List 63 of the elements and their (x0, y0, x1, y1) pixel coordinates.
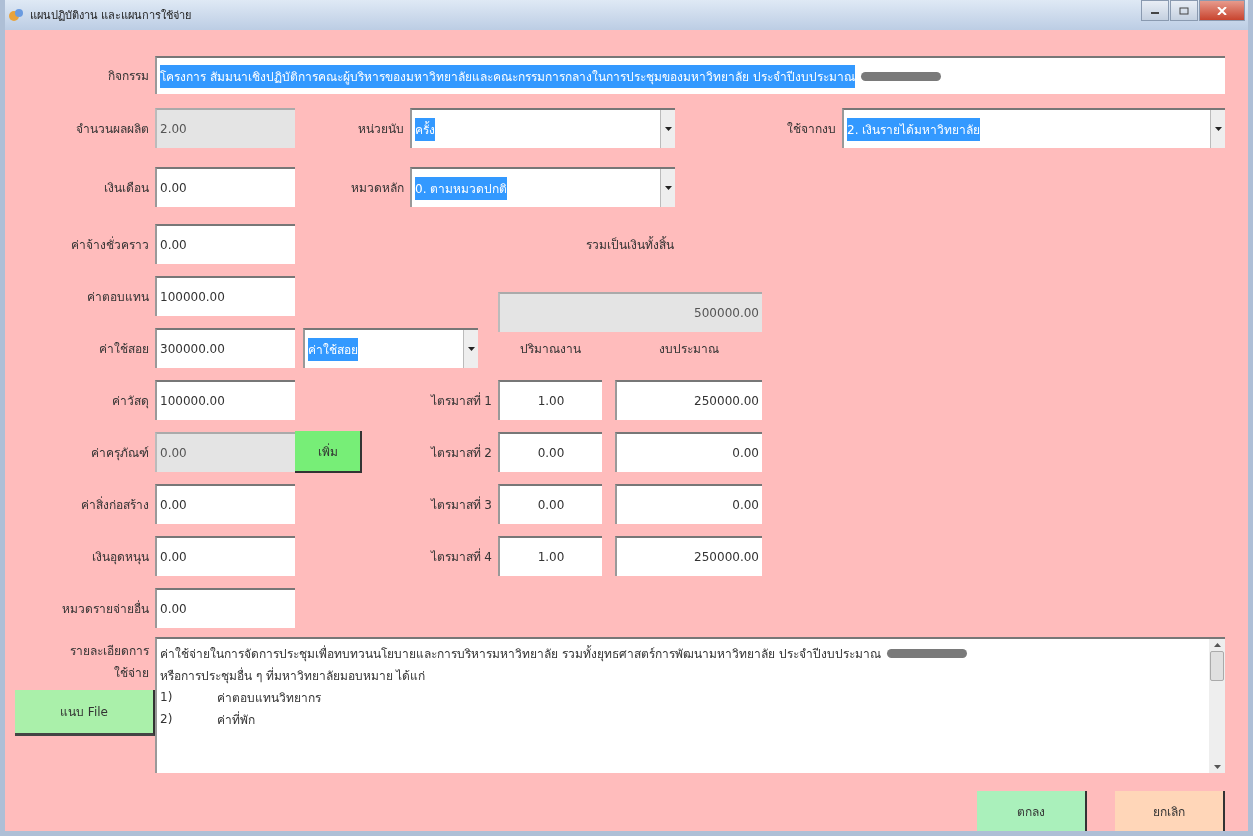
column-header: ปริมาณงาน (518, 340, 582, 358)
field-label: ค่าวัสดุ (111, 392, 150, 410)
quantity-field[interactable]: 1.00 (498, 536, 602, 576)
field-label: หน่วยนับ (357, 120, 405, 138)
close-icon (1217, 6, 1227, 15)
scroll-down-icon (1213, 765, 1221, 769)
field-label: จำนวนผลผลิต (75, 120, 150, 138)
budget-field[interactable]: 250000.00 (615, 380, 762, 420)
quarter-label: ไตรมาสที่ 4 (429, 547, 493, 566)
quantity-field[interactable]: 0.00 (498, 432, 602, 472)
text-field[interactable]: 0.00 (155, 224, 295, 264)
app-icon (8, 8, 24, 22)
ok-button[interactable]: ตกลง (977, 791, 1087, 831)
list-number: 1) (160, 690, 174, 704)
field-label: ค่าใช้สอย (98, 340, 150, 358)
text-field[interactable]: 300000.00 (155, 328, 295, 368)
quarter-label: ไตรมาสที่ 2 (429, 443, 493, 462)
text-field[interactable]: 0.00 (155, 536, 295, 576)
attach-file-button[interactable]: แนบ File (15, 690, 155, 736)
window-title: แผนปฏิบัติงาน และแผนการใช้จ่าย (30, 8, 192, 24)
field-label: ค่าครุภัณฑ์ (90, 444, 150, 462)
scroll-thumb[interactable] (1210, 651, 1224, 681)
maximize-icon (1179, 6, 1189, 15)
quantity-field[interactable]: 1.00 (498, 380, 602, 420)
caret-icon (664, 127, 672, 131)
scroll-up-icon (1213, 643, 1221, 647)
caret-icon (467, 347, 475, 351)
close-button[interactable] (1199, 0, 1245, 21)
budget-field[interactable]: 0.00 (615, 484, 762, 524)
list-number: 2) (160, 712, 174, 726)
field-label: กิจกรรม (107, 67, 150, 85)
field-label: รายละเอียดการใช้จ่าย (69, 643, 150, 682)
description-text: ค่าใช้จ่ายในการจัดการประชุมเพื่อทบทวนนโยบายและการบริหารมหาวิทยาลัย รวมทั้งยุทธศาสตร์การพัฒนามหาวิทยาลัย ประจำปีงบประมาณ (160, 644, 881, 663)
field-label: ค่าตอบแทน (86, 288, 150, 306)
field-label: ใช้จากงบ (786, 120, 837, 138)
add-button[interactable]: เพิ่ม (295, 431, 362, 473)
description-text: ค่าตอบแทนวิทยากร (217, 689, 321, 707)
total-label: รวมเป็นเงินทั้งสิ้น (585, 235, 675, 254)
text-field[interactable]: 0.00 (155, 484, 295, 524)
description-text: หรือการประชุมอื่น ๆ ที่มหาวิทยาลัยมอบหมาย ได้แก่ (160, 666, 426, 685)
text-field[interactable]: 100000.00 (155, 276, 295, 316)
field-label: หมวดรายจ่ายอื่น (61, 599, 150, 618)
field-label: หมวดหลัก (350, 179, 405, 197)
cancel-button[interactable]: ยกเลิก (1115, 791, 1225, 831)
description-text: ค่าที่พัก (217, 710, 255, 729)
quarter-label: ไตรมาสที่ 1 (429, 391, 493, 410)
budget-field[interactable]: 0.00 (615, 432, 762, 472)
text-field[interactable]: 100000.00 (155, 380, 295, 420)
budget-field[interactable]: 250000.00 (615, 536, 762, 576)
field-label: เงินเดือน (103, 179, 150, 197)
text-field[interactable]: 0.00 (155, 167, 295, 207)
column-header: งบประมาณ (657, 340, 720, 358)
text-field[interactable]: 0.00 (155, 588, 295, 628)
quantity-field[interactable]: 0.00 (498, 484, 602, 524)
field-label: เงินอุดหนุน (91, 548, 150, 566)
scrollbar[interactable] (1209, 639, 1225, 773)
minimize-button[interactable] (1141, 0, 1169, 21)
field-label: ค่าสิ่งก่อสร้าง (80, 495, 150, 514)
caret-icon (1214, 127, 1222, 131)
quarter-label: ไตรมาสที่ 3 (429, 495, 493, 514)
description-textarea[interactable] (155, 637, 1225, 773)
field-label: ค่าจ้างชั่วคราว (70, 235, 150, 254)
caret-icon (664, 186, 672, 190)
